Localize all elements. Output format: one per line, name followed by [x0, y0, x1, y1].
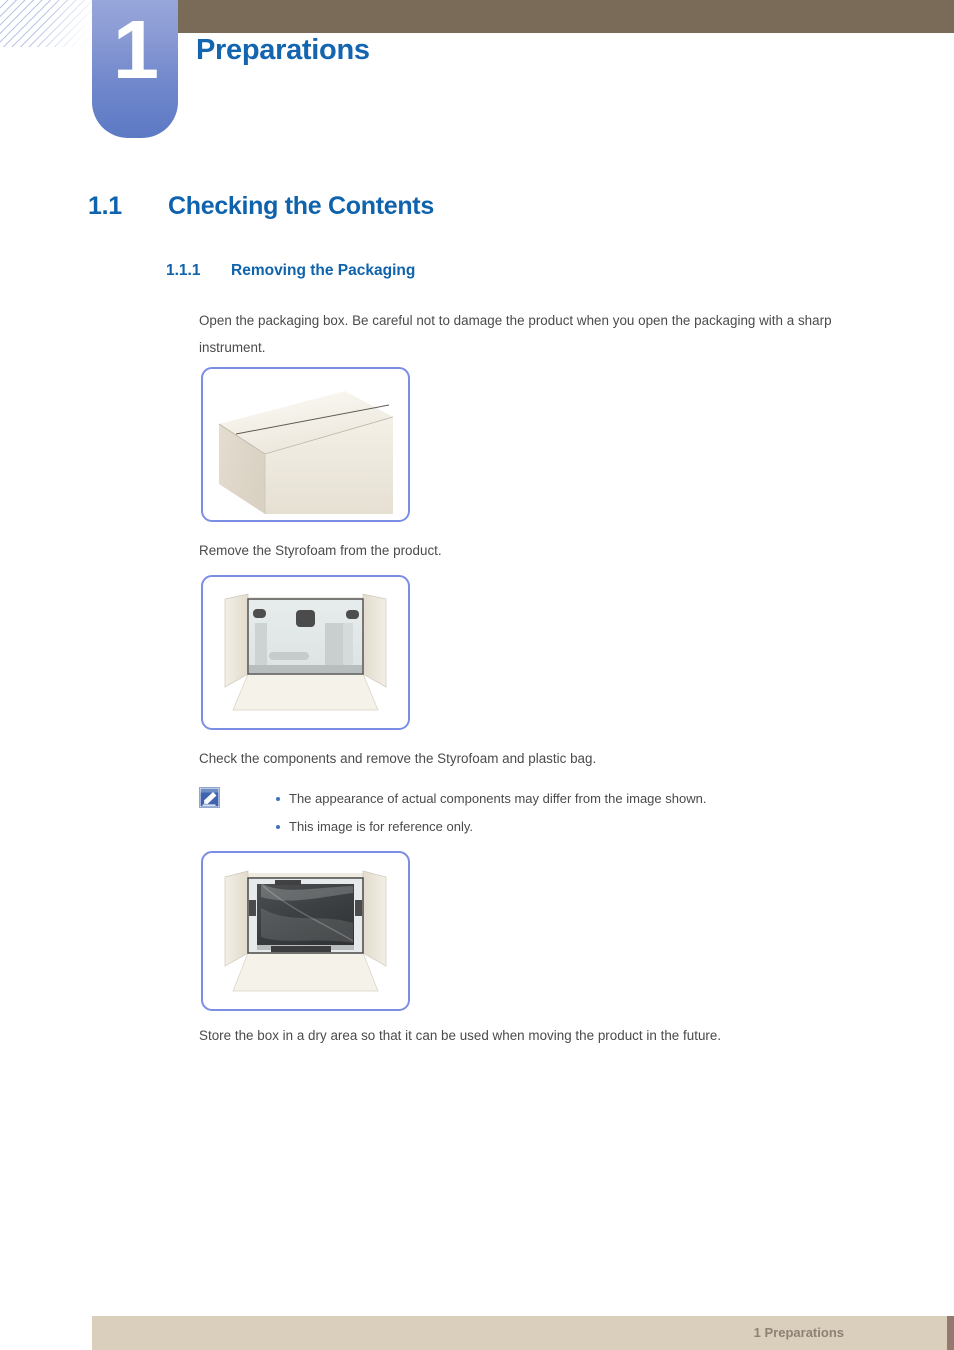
- subsection-title: Removing the Packaging: [231, 262, 416, 279]
- caption-store-box: Store the box in a dry area so that it c…: [199, 1028, 722, 1043]
- footer-page-number-box: 19: [947, 1316, 954, 1350]
- bullet-icon: [276, 797, 280, 801]
- note-list-item: This image is for reference only.: [244, 813, 894, 841]
- open-box-styrofoam-illustration: [224, 593, 387, 711]
- subsection-number: 1.1.1: [166, 262, 201, 279]
- subsection-heading: 1.1.1 Removing the Packaging: [166, 262, 415, 280]
- page-footer: 1 Preparations 19: [0, 1316, 954, 1350]
- closed-box-illustration: [218, 391, 394, 514]
- note-pen-icon: [199, 787, 220, 808]
- bullet-icon: [276, 825, 280, 829]
- figure-closed-packaging-box: [201, 367, 410, 522]
- chapter-number-block: 1: [92, 0, 178, 138]
- caption-check-components: Check the components and remove the Styr…: [199, 751, 597, 766]
- section-title: Checking the Contents: [168, 192, 434, 220]
- figure-open-box-styrofoam: [201, 575, 410, 730]
- chapter-title: Preparations: [196, 34, 370, 66]
- section-number: 1.1: [88, 192, 122, 220]
- caption-remove-styrofoam: Remove the Styrofoam from the product.: [199, 543, 442, 558]
- footer-chapter-label: 1 Preparations: [753, 1325, 844, 1340]
- note-text: This image is for reference only.: [289, 819, 473, 834]
- chapter-number-text: 1: [112, 3, 159, 96]
- note-text: The appearance of actual components may …: [289, 791, 707, 806]
- figure-open-box-monitor: [201, 851, 410, 1011]
- decorative-hatch-pattern: [0, 0, 92, 47]
- note-list-item: The appearance of actual components may …: [244, 785, 894, 813]
- footer-bar: 1 Preparations 19: [92, 1316, 954, 1350]
- intro-paragraph: Open the packaging box. Be careful not t…: [199, 313, 832, 355]
- open-box-monitor-illustration: [224, 870, 387, 992]
- note-list: The appearance of actual components may …: [244, 785, 894, 841]
- header-brown-bar: [178, 0, 954, 33]
- chapter-header: 1 Preparations: [0, 0, 954, 150]
- section-heading: 1.1 Checking the Contents: [88, 192, 434, 221]
